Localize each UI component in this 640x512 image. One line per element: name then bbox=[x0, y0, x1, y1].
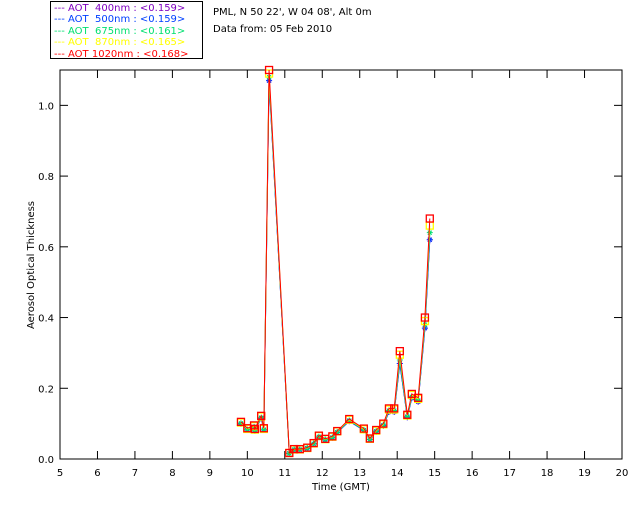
x-tick-label: 8 bbox=[169, 468, 175, 479]
legend-label: AOT 870nm : <0.165> bbox=[68, 37, 186, 49]
date-label: Data from: 05 Feb 2010 bbox=[213, 24, 333, 35]
y-tick-label: 1.0 bbox=[38, 101, 54, 112]
chart-window: 5 6 7 8 9 10 11 12 13 14 15 16 17 18 19 20 0.0 0.2 0.4 0.6 0… bbox=[0, 0, 640, 512]
x-tick-label: 17 bbox=[503, 468, 516, 479]
legend-entry: --- AOT 675nm : <0.161> bbox=[51, 26, 202, 37]
series-0 bbox=[237, 77, 433, 457]
x-tick-label: 15 bbox=[428, 468, 441, 479]
series-2 bbox=[237, 74, 433, 457]
x-axis-label: Time (GMT) bbox=[311, 482, 370, 493]
series-1 bbox=[237, 77, 433, 457]
series-line bbox=[240, 69, 431, 454]
x-tick-label: 7 bbox=[132, 468, 138, 479]
x-tick-label: 6 bbox=[94, 468, 100, 479]
series-line bbox=[240, 80, 431, 455]
legend: --- AOT 400nm : <0.159> --- AOT 500nm : <… bbox=[50, 1, 203, 60]
legend-entry: --- AOT 500nm : <0.159> bbox=[51, 14, 202, 25]
x-tick-label: 12 bbox=[316, 468, 329, 479]
legend-label: AOT 675nm : <0.161> bbox=[68, 25, 186, 37]
aot-chart: 5 6 7 8 9 10 11 12 13 14 15 16 17 18 19 20 0.0 0.2 0.4 0.6 0… bbox=[26, 65, 629, 493]
x-tick-label: 18 bbox=[541, 468, 554, 479]
x-tick-label: 19 bbox=[578, 468, 591, 479]
legend-label: AOT 1020nm : <0.168> bbox=[68, 48, 189, 60]
legend-line-swatch: --- bbox=[54, 48, 69, 60]
x-tick-label: 14 bbox=[391, 468, 404, 479]
series-line bbox=[240, 73, 431, 454]
y-tick-label: 0.8 bbox=[38, 172, 54, 183]
x-tick-label: 5 bbox=[57, 468, 63, 479]
series-line bbox=[240, 77, 431, 455]
series-line bbox=[240, 80, 431, 455]
y-axis-label: Aerosol Optical Thickness bbox=[26, 201, 37, 329]
x-tick-label: 13 bbox=[353, 468, 366, 479]
location-label: PML, N 50 22', W 04 08', Alt 0m bbox=[213, 7, 372, 18]
y-tick-label: 0.6 bbox=[38, 243, 54, 254]
y-tick-label: 0.2 bbox=[38, 384, 54, 395]
legend-entry: --- AOT 1020nm : <0.168> bbox=[51, 49, 202, 60]
y-tick-label: 0.0 bbox=[38, 455, 54, 466]
x-tick-label: 16 bbox=[466, 468, 479, 479]
legend-label: AOT 400nm : <0.159> bbox=[68, 3, 186, 14]
x-tick-label: 10 bbox=[241, 468, 254, 479]
x-tick-label: 11 bbox=[278, 468, 291, 479]
legend-label: AOT 500nm : <0.159> bbox=[68, 14, 186, 26]
legend-line-swatch: --- bbox=[54, 37, 69, 49]
legend-line-swatch: --- bbox=[54, 25, 69, 37]
legend-line-swatch: --- bbox=[54, 3, 69, 14]
legend-entry: --- AOT 870nm : <0.165> bbox=[51, 37, 202, 48]
x-tick-label: 9 bbox=[207, 468, 213, 479]
legend-entry: --- AOT 400nm : <0.159> bbox=[51, 3, 202, 14]
series-3 bbox=[236, 69, 434, 458]
y-tick-label: 0.4 bbox=[38, 314, 54, 325]
legend-line-swatch: --- bbox=[54, 14, 69, 26]
plot-frame bbox=[59, 69, 623, 460]
x-tick-label: 20 bbox=[616, 468, 629, 479]
